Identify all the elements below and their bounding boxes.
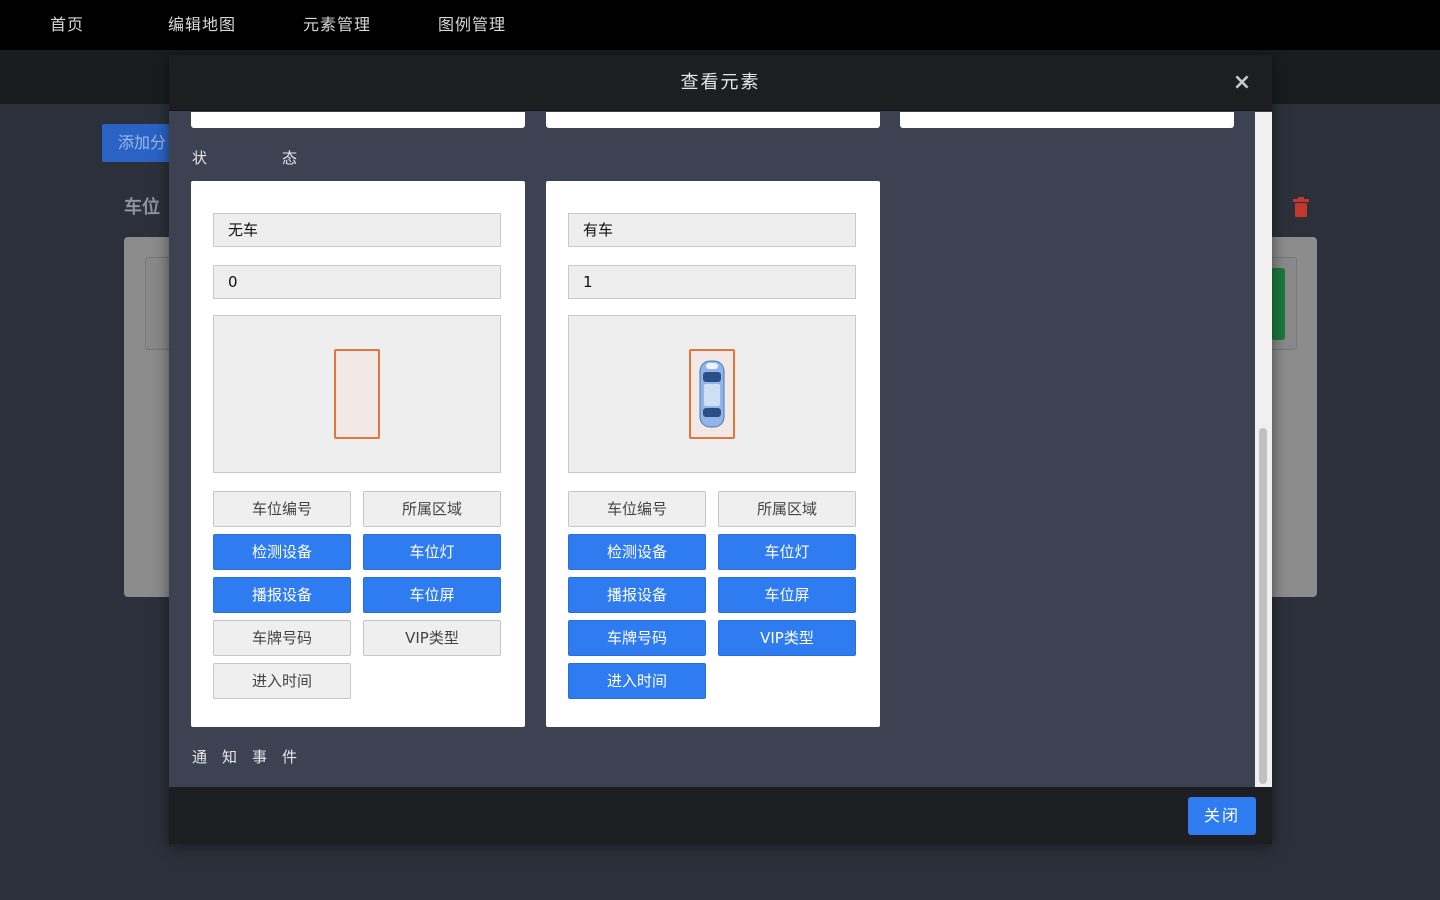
state-card-no-car: 无车 0 车位编号 所属区域 检测设备 车位灯 播报设备 车位屏 车牌号码 VI… (191, 181, 525, 727)
notify-events-label: 通 知 事 件 (192, 748, 298, 766)
view-element-modal: 查看元素 × 状 态 无车 0 车位编号 所属区域 检测设备 车位灯 播报设备 … (169, 55, 1272, 844)
close-icon[interactable]: × (1232, 72, 1252, 94)
state-preview (568, 315, 856, 473)
state-value-field[interactable]: 0 (213, 265, 501, 299)
previous-field-strip (900, 112, 1234, 128)
state-card-with-car: 有车 1 车位编号 所属区域 检测设备 车位灯 播报设备 车位屏 车牌号码 VI… (546, 181, 880, 727)
modal-body[interactable]: 状 态 无车 0 车位编号 所属区域 检测设备 车位灯 播报设备 车位屏 车牌号… (169, 112, 1272, 787)
modal-title: 查看元素 (680, 72, 761, 93)
close-button[interactable]: 关闭 (1188, 797, 1256, 835)
tag-vip-type[interactable]: VIP类型 (363, 620, 501, 656)
state-value-field[interactable]: 1 (568, 265, 856, 299)
tag-detector[interactable]: 检测设备 (213, 534, 351, 570)
nav-item-edit-map[interactable]: 编辑地图 (168, 0, 236, 50)
tag-space-number[interactable]: 车位编号 (213, 491, 351, 527)
tag-entry-time[interactable]: 进入时间 (568, 663, 706, 699)
scrollbar-thumb[interactable] (1259, 428, 1267, 784)
tag-announcer[interactable]: 播报设备 (213, 577, 351, 613)
top-navigation: 首页 编辑地图 元素管理 图例管理 (0, 0, 1440, 50)
tag-space-screen[interactable]: 车位屏 (363, 577, 501, 613)
tag-plate-number[interactable]: 车牌号码 (213, 620, 351, 656)
tag-plate-number[interactable]: 车牌号码 (568, 620, 706, 656)
section-title: 车位 (124, 197, 160, 218)
status-label: 状 态 (192, 149, 298, 167)
trash-icon[interactable] (1293, 197, 1309, 217)
nav-item-element-management[interactable]: 元素管理 (303, 0, 371, 50)
tag-entry-time[interactable]: 进入时间 (213, 663, 351, 699)
tag-announcer[interactable]: 播报设备 (568, 577, 706, 613)
tag-area[interactable]: 所属区域 (363, 491, 501, 527)
parking-slot-occupied (689, 349, 735, 439)
nav-item-legend-management[interactable]: 图例管理 (438, 0, 506, 50)
state-preview (213, 315, 501, 473)
tag-space-light[interactable]: 车位灯 (363, 534, 501, 570)
tag-area[interactable]: 所属区域 (718, 491, 856, 527)
tag-detector[interactable]: 检测设备 (568, 534, 706, 570)
state-name-field[interactable]: 无车 (213, 213, 501, 247)
previous-field-strip (191, 112, 525, 128)
background-green-element (1271, 268, 1285, 340)
car-icon (699, 360, 725, 428)
modal-scrollbar[interactable] (1255, 112, 1272, 787)
modal-header: 查看元素 × (169, 55, 1272, 111)
state-name-field[interactable]: 有车 (568, 213, 856, 247)
modal-footer: 关闭 (169, 787, 1272, 844)
tag-space-light[interactable]: 车位灯 (718, 534, 856, 570)
nav-item-home[interactable]: 首页 (50, 0, 84, 50)
parking-slot-empty (334, 349, 380, 439)
tag-space-screen[interactable]: 车位屏 (718, 577, 856, 613)
tag-vip-type[interactable]: VIP类型 (718, 620, 856, 656)
tag-space-number[interactable]: 车位编号 (568, 491, 706, 527)
previous-field-strip (546, 112, 880, 128)
